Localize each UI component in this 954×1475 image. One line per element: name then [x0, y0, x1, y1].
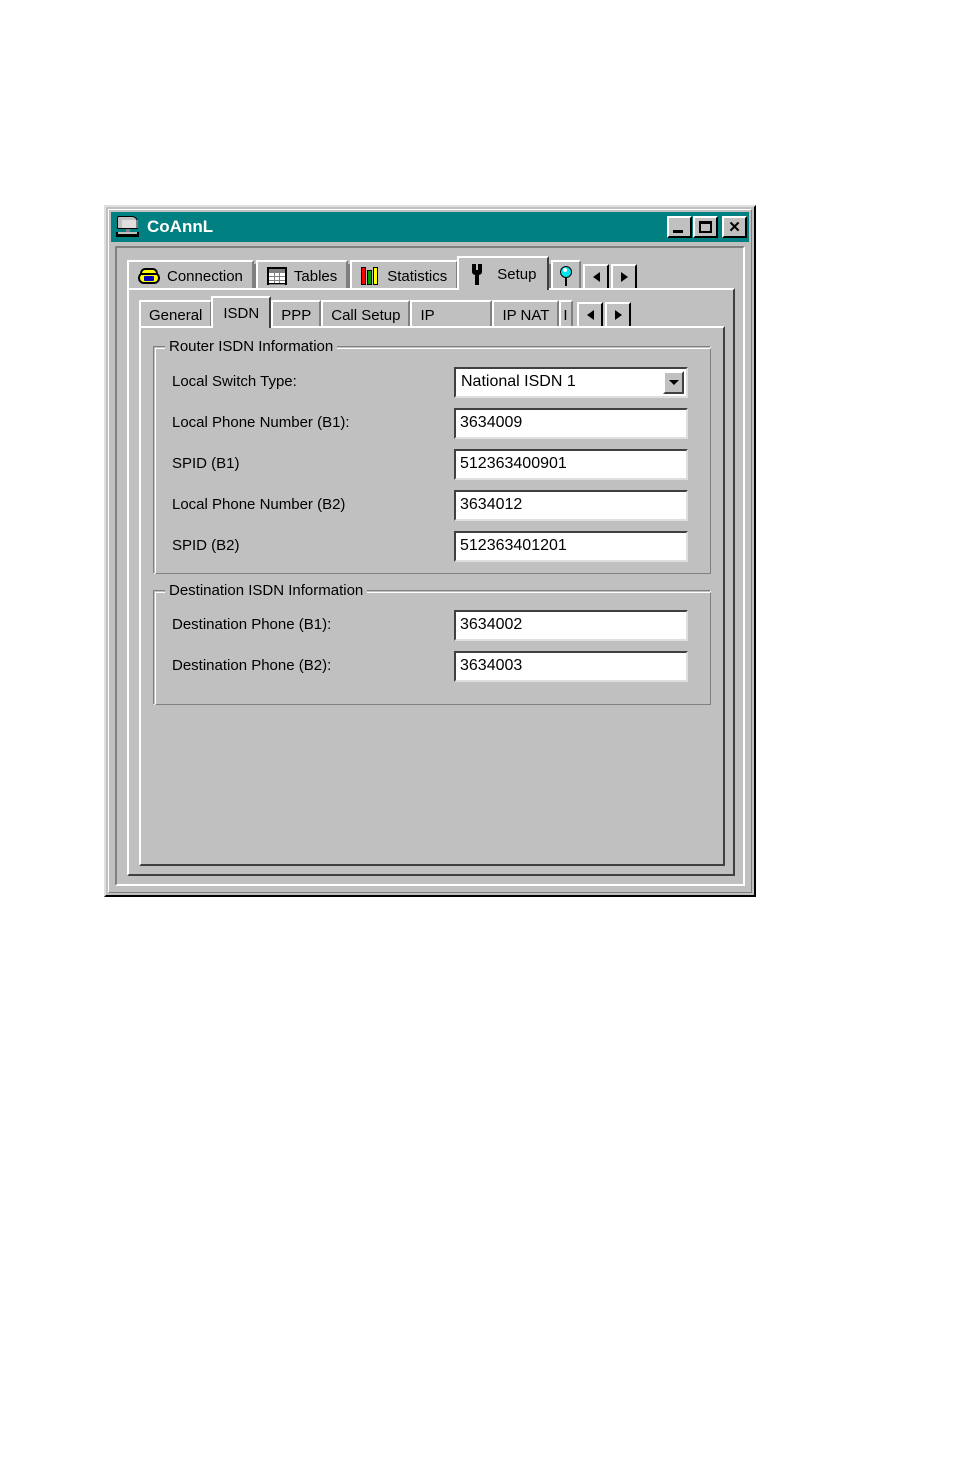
tab-setup[interactable]: Setup [457, 256, 550, 290]
setup-tab-page: General ISDN PPP Call Setup IP IP NAT I … [127, 288, 735, 876]
table-grid-icon [266, 267, 287, 285]
local-phone-number-b2-label: Local Phone Number (B2) [172, 496, 346, 513]
maximize-button[interactable] [693, 216, 718, 238]
tab-tables-label: Tables [293, 267, 338, 285]
tab-isdn-label: ISDN [223, 304, 260, 322]
client-area: Connection Tables Statistics Setup Gener… [115, 246, 745, 886]
tab-connection[interactable]: Connection [127, 260, 254, 290]
tab-isdn[interactable]: ISDN [211, 296, 272, 328]
local-phone-number-b2-value: 3634012 [460, 496, 523, 513]
tab-overflow-pin[interactable] [551, 260, 582, 290]
pushpin-icon [558, 266, 574, 286]
local-switch-type-combobox[interactable]: National ISDN 1 [454, 366, 688, 398]
inner-tab-scroll-group [575, 302, 632, 328]
field-row-destination-phone-b2: Destination Phone (B2): 3634003 [154, 649, 710, 683]
tab-partial[interactable]: I [559, 300, 574, 328]
tab-statistics[interactable]: Statistics [350, 260, 459, 290]
chevron-right-icon [620, 272, 628, 282]
tab-setup-label: Setup [497, 265, 537, 283]
window-title: CoAnnL [147, 217, 214, 236]
router-group-title: Router ISDN Information [165, 338, 338, 355]
destination-isdn-information-group: Destination ISDN Information Destination… [153, 582, 711, 705]
tab-partial-label: I [563, 306, 568, 324]
local-switch-type-value: National ISDN 1 [461, 373, 576, 390]
outer-tab-scroll-right-button[interactable] [611, 264, 638, 290]
inner-tab-scroll-right-button[interactable] [605, 302, 632, 328]
close-icon: ✕ [728, 218, 741, 236]
computer-monitor-icon [115, 215, 141, 239]
spid-b2-label: SPID (B2) [172, 537, 240, 554]
tab-general[interactable]: General [139, 300, 213, 328]
application-window: CoAnnL ✕ Connection Tables Statistics Se… [104, 205, 756, 897]
tab-general-label: General [149, 306, 203, 324]
chevron-right-icon [614, 310, 622, 320]
minimize-icon [673, 230, 683, 233]
bar-chart-icon [361, 267, 380, 285]
local-phone-number-b1-label: Local Phone Number (B1): [172, 414, 350, 431]
destination-phone-b2-label: Destination Phone (B2): [172, 657, 332, 674]
chevron-left-icon [592, 272, 600, 282]
tab-statistics-label: Statistics [387, 267, 448, 285]
field-row-local-phone-b2: Local Phone Number (B2) 3634012 [154, 488, 710, 522]
chevron-left-icon [586, 310, 594, 320]
title-bar[interactable]: CoAnnL ✕ [111, 212, 749, 242]
local-switch-type-label: Local Switch Type: [172, 373, 297, 390]
spid-b1-value: 512363400901 [460, 455, 567, 472]
destination-group-title: Destination ISDN Information [165, 582, 368, 599]
tab-ppp[interactable]: PPP [271, 300, 322, 328]
spid-b1-input[interactable]: 512363400901 [454, 448, 688, 480]
local-phone-number-b1-input[interactable]: 3634009 [454, 407, 688, 439]
telephone-icon [138, 267, 160, 285]
destination-phone-b1-label: Destination Phone (B1): [172, 616, 332, 633]
tab-tables[interactable]: Tables [255, 260, 349, 290]
inner-tab-strip: General ISDN PPP Call Setup IP IP NAT I [139, 296, 725, 328]
close-button[interactable]: ✕ [722, 216, 747, 238]
tab-ip-label: IP [420, 306, 435, 324]
tab-call-setup[interactable]: Call Setup [321, 300, 411, 328]
spid-b1-label: SPID (B1) [172, 455, 240, 472]
tab-ppp-label: PPP [281, 306, 312, 324]
window-inner-frame: CoAnnL ✕ Connection Tables Statistics Se… [108, 209, 752, 893]
field-row-destination-phone-b1: Destination Phone (B1): 3634002 [154, 608, 710, 642]
wrench-icon [470, 263, 490, 285]
destination-phone-b1-input[interactable]: 3634002 [454, 609, 688, 641]
field-row-spid-b2: SPID (B2) 512363401201 [154, 529, 710, 563]
local-switch-type-dropdown-button[interactable] [663, 370, 684, 394]
destination-phone-b1-value: 3634002 [460, 616, 523, 633]
isdn-tab-page: Router ISDN Information Local Switch Typ… [139, 326, 725, 866]
field-row-local-switch-type: Local Switch Type: National ISDN 1 [154, 365, 710, 399]
local-phone-number-b2-input[interactable]: 3634012 [454, 489, 688, 521]
inner-tab-scroll-left-button[interactable] [577, 302, 604, 328]
outer-tab-scroll-left-button[interactable] [583, 264, 610, 290]
destination-phone-b2-input[interactable]: 3634003 [454, 650, 688, 682]
local-phone-number-b1-value: 3634009 [460, 414, 523, 431]
tab-ip-nat-label: IP NAT [502, 306, 550, 324]
field-row-spid-b1: SPID (B1) 512363400901 [154, 447, 710, 481]
tab-call-setup-label: Call Setup [331, 306, 401, 324]
tab-ip-nat[interactable]: IP NAT [492, 300, 560, 328]
tab-ip[interactable]: IP [410, 300, 493, 328]
destination-phone-b2-value: 3634003 [460, 657, 523, 674]
router-isdn-information-group: Router ISDN Information Local Switch Typ… [153, 338, 711, 574]
field-row-local-phone-b1: Local Phone Number (B1): 3634009 [154, 406, 710, 440]
tab-connection-label: Connection [167, 267, 243, 285]
maximize-icon [699, 221, 712, 233]
chevron-down-icon [668, 379, 679, 385]
outer-tab-strip: Connection Tables Statistics Setup [127, 256, 735, 290]
spid-b2-value: 512363401201 [460, 537, 567, 554]
minimize-button[interactable] [667, 216, 692, 238]
spid-b2-input[interactable]: 512363401201 [454, 530, 688, 562]
